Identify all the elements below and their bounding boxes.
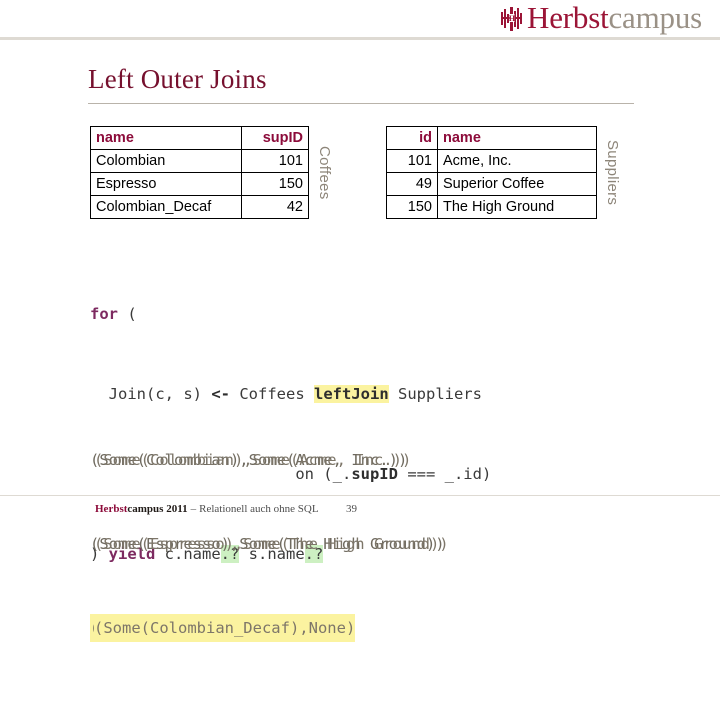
code-line-1: for ( <box>90 304 491 324</box>
code-text: Coffees <box>230 385 314 403</box>
column-header-name: name <box>437 126 597 150</box>
cell-id: 49 <box>386 172 438 196</box>
footer-separator: – <box>190 503 197 515</box>
header-divider <box>0 37 720 40</box>
suppliers-table: id name 101 Acme, Inc. 49 Superior Coffe… <box>386 126 597 219</box>
table-header-row: name supID <box>90 126 309 150</box>
page-number: 39 <box>346 503 357 515</box>
result-text-layer-b: (Some(Espresso),Some(The High Ground)) <box>94 535 449 553</box>
code-line-2: Join(c, s) <- Coffees leftJoin Suppliers <box>90 384 491 404</box>
brand-wordmark: Herbstcampus <box>527 2 702 33</box>
cell-supid: 101 <box>241 149 309 173</box>
column-header-id: id <box>386 126 438 150</box>
cell-name: Colombian_Decaf <box>90 195 242 219</box>
result-line: (Some(Espresso),Some(The High Ground)) (… <box>90 530 449 558</box>
herbstcampus-mark-icon: H <box>500 5 526 33</box>
cell-name: Espresso <box>90 172 242 196</box>
cell-id: 101 <box>386 149 438 173</box>
keyword-leftjoin: leftJoin <box>314 385 389 403</box>
coffees-table: name supID Colombian 101 Espresso 150 Co… <box>90 126 309 219</box>
results-output: (Some(Colombian),Some(Acme, Inc.)) (Some… <box>90 390 449 698</box>
coffees-table-label: Coffees <box>316 145 333 200</box>
result-text-layer-b: (Some(Colombian),Some(Acme, Inc.)) <box>94 451 412 469</box>
table-row: Espresso 150 <box>90 172 309 196</box>
result-text-layer-b: (Some(Colombian_Decaf),None) <box>94 614 356 642</box>
table-row: Colombian_Decaf 42 <box>90 195 309 219</box>
table-row: 49 Superior Coffee <box>386 172 597 196</box>
table-row: 150 The High Ground <box>386 195 597 219</box>
generator-arrow: <- <box>211 385 230 403</box>
cell-name: Colombian <box>90 149 242 173</box>
code-text: Suppliers <box>388 385 482 403</box>
brand-wordmark-campus: campus <box>608 0 703 35</box>
brand-wordmark-herbst: Herbst <box>527 0 609 35</box>
result-line-highlighted: (Some(Colombian_Decaf),None) (Some(Colom… <box>90 614 356 642</box>
cell-name: The High Ground <box>437 195 597 219</box>
column-header-name: name <box>90 126 242 150</box>
keyword-for: for <box>90 305 118 323</box>
footer-brand-campus: campus 2011 <box>127 503 188 515</box>
slide: H Herbstcampus Left Outer Joins name sup… <box>0 0 720 642</box>
table-row: 101 Acme, Inc. <box>386 149 597 173</box>
suppliers-table-label: Suppliers <box>604 139 621 206</box>
footer-subtitle: Relationell auch ohne SQL <box>199 503 319 515</box>
footer: Herbstcampus 2011 – Relationell auch ohn… <box>95 503 319 515</box>
footer-brand: Herbstcampus 2011 <box>95 503 188 515</box>
cell-supid: 150 <box>241 172 309 196</box>
code-text: ( <box>118 305 137 323</box>
cell-name: Superior Coffee <box>437 172 597 196</box>
herbstcampus-logo: H Herbstcampus <box>500 2 702 33</box>
cell-name: Acme, Inc. <box>437 149 597 173</box>
footer-divider <box>0 495 720 496</box>
brand-bar: H Herbstcampus <box>0 0 720 38</box>
code-text: === _.id) <box>397 465 492 483</box>
cell-id: 150 <box>386 195 438 219</box>
column-header-supid: supID <box>241 126 309 150</box>
coffees-table-group: name supID Colombian 101 Espresso 150 Co… <box>90 126 333 219</box>
title-divider <box>88 103 634 104</box>
svg-text:H: H <box>509 14 516 23</box>
cell-supid: 42 <box>241 195 309 219</box>
table-header-row: id name <box>386 126 597 150</box>
page-title: Left Outer Joins <box>88 64 267 94</box>
suppliers-table-group: id name 101 Acme, Inc. 49 Superior Coffe… <box>386 126 621 219</box>
table-row: Colombian 101 <box>90 149 309 173</box>
footer-brand-herbst: Herbst <box>95 503 128 515</box>
result-line: (Some(Colombian),Some(Acme, Inc.)) (Some… <box>90 446 411 474</box>
